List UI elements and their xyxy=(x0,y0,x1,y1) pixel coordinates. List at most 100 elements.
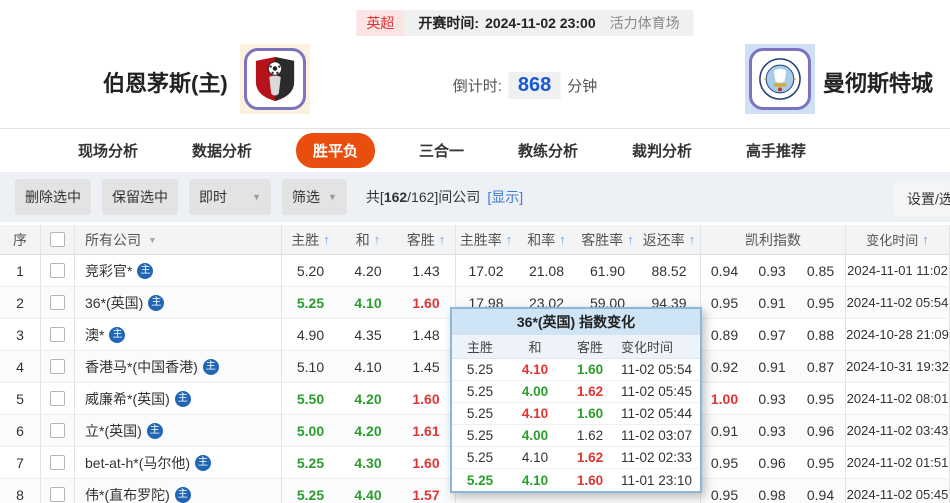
away-odds[interactable]: 1.45 xyxy=(397,351,455,382)
tab-three-in-one[interactable]: 三合一 xyxy=(409,133,474,168)
company-name[interactable]: 竞彩官* xyxy=(85,261,132,281)
draw-odds[interactable]: 4.10 xyxy=(339,287,397,318)
countdown: 倒计时: 868 分钟 xyxy=(453,72,598,99)
header-home-rate[interactable]: 主胜率↑ xyxy=(455,225,516,254)
league-badge: 英超 xyxy=(356,10,404,36)
rate-cell: 88.52 xyxy=(638,255,700,286)
delete-selected-button[interactable]: 删除选中 xyxy=(15,179,91,215)
main-company-badge: 主 xyxy=(109,327,125,343)
draw-odds[interactable]: 4.35 xyxy=(339,319,397,350)
main-company-badge: 主 xyxy=(175,391,191,407)
header-away-odds[interactable]: 客胜↑ xyxy=(397,225,455,254)
header-change-time[interactable]: 变化时间↑ xyxy=(845,225,950,254)
keep-selected-button[interactable]: 保留选中 xyxy=(102,179,178,215)
kelly-index: 0.96 xyxy=(796,415,845,446)
tab-data-analysis[interactable]: 数据分析 xyxy=(182,133,262,168)
row-select-cell xyxy=(40,447,74,478)
row-checkbox[interactable] xyxy=(50,327,65,342)
home-odds[interactable]: 5.25 xyxy=(281,479,339,503)
select-all-checkbox[interactable] xyxy=(50,232,65,247)
kickoff-label: 开赛时间: xyxy=(418,13,479,33)
row-index: 1 xyxy=(0,255,40,286)
popup-time-cell: 11-02 05:45 xyxy=(618,381,700,402)
kelly-index: 0.91 xyxy=(748,351,796,382)
company-name[interactable]: bet-at-h*(马尔他) xyxy=(85,453,190,473)
draw-odds[interactable]: 4.20 xyxy=(339,383,397,414)
filter-dropdown[interactable]: 筛选 ▼ xyxy=(282,179,347,215)
popup-odds-cell: 1.60 xyxy=(562,469,618,491)
header-home-odds[interactable]: 主胜↑ xyxy=(281,225,339,254)
company-name[interactable]: 香港马*(中国香港) xyxy=(85,357,198,377)
home-odds[interactable]: 5.00 xyxy=(281,415,339,446)
popup-row: 5.254.101.6211-02 02:33 xyxy=(452,447,700,469)
away-odds[interactable]: 1.60 xyxy=(397,287,455,318)
sort-asc-icon: ↑ xyxy=(506,232,513,247)
main-company-badge: 主 xyxy=(203,359,219,375)
tab-expert-picks[interactable]: 高手推荐 xyxy=(736,133,816,168)
header-return-rate[interactable]: 返还率↑ xyxy=(638,225,700,254)
company-name[interactable]: 立*(英国) xyxy=(85,421,142,441)
away-odds[interactable]: 1.43 xyxy=(397,255,455,286)
row-checkbox[interactable] xyxy=(50,263,65,278)
away-odds[interactable]: 1.60 xyxy=(397,383,455,414)
rate-cell: 61.90 xyxy=(577,255,638,286)
home-odds[interactable]: 4.90 xyxy=(281,319,339,350)
sort-asc-icon: ↑ xyxy=(374,232,381,247)
header-company[interactable]: 所有公司 ▼ xyxy=(74,225,281,254)
popup-odds-cell: 1.62 xyxy=(562,447,618,468)
filter-label: 筛选 xyxy=(292,187,320,207)
row-index: 3 xyxy=(0,319,40,350)
header-seq: 序 xyxy=(0,225,40,254)
company-name[interactable]: 澳* xyxy=(85,325,104,345)
away-odds[interactable]: 1.61 xyxy=(397,415,455,446)
tab-live-analysis[interactable]: 现场分析 xyxy=(68,133,148,168)
row-index: 8 xyxy=(0,479,40,503)
change-time: 2024-11-02 08:01 xyxy=(845,383,950,414)
kelly-index: 0.97 xyxy=(748,319,796,350)
home-crest-frame xyxy=(244,48,306,110)
settings-button[interactable]: 设置/选择 xyxy=(893,181,950,217)
company-name[interactable]: 伟*(直布罗陀) xyxy=(85,485,170,503)
row-checkbox[interactable] xyxy=(50,487,65,502)
away-odds[interactable]: 1.57 xyxy=(397,479,455,503)
popup-odds-cell: 4.10 xyxy=(508,447,562,468)
row-checkbox[interactable] xyxy=(50,455,65,470)
row-select-cell xyxy=(40,415,74,446)
home-odds[interactable]: 5.25 xyxy=(281,287,339,318)
tab-win-draw-lose[interactable]: 胜平负 xyxy=(296,133,375,168)
show-link[interactable]: [显示] xyxy=(487,187,523,207)
home-odds[interactable]: 5.20 xyxy=(281,255,339,286)
home-odds[interactable]: 5.10 xyxy=(281,351,339,382)
change-time: 2024-11-02 03:43 xyxy=(845,415,950,446)
row-checkbox[interactable] xyxy=(50,391,65,406)
popup-row: 5.254.101.6011-02 05:54 xyxy=(452,359,700,381)
countdown-unit: 分钟 xyxy=(567,75,597,96)
header-draw-rate[interactable]: 和率↑ xyxy=(516,225,577,254)
popup-odds-cell: 1.60 xyxy=(562,403,618,424)
home-odds[interactable]: 5.25 xyxy=(281,447,339,478)
draw-odds[interactable]: 4.20 xyxy=(339,255,397,286)
row-checkbox[interactable] xyxy=(50,359,65,374)
draw-odds[interactable]: 4.30 xyxy=(339,447,397,478)
draw-odds[interactable]: 4.10 xyxy=(339,351,397,382)
header-draw-odds[interactable]: 和↑ xyxy=(339,225,397,254)
tab-referee-analysis[interactable]: 裁判分析 xyxy=(622,133,702,168)
draw-odds[interactable]: 4.40 xyxy=(339,479,397,503)
row-select-cell xyxy=(40,479,74,503)
away-odds[interactable]: 1.48 xyxy=(397,319,455,350)
kelly-index: 0.95 xyxy=(700,479,748,503)
main-company-badge: 主 xyxy=(195,455,211,471)
company-name[interactable]: 36*(英国) xyxy=(85,293,143,313)
time-mode-dropdown[interactable]: 即时 ▼ xyxy=(189,179,271,215)
row-checkbox[interactable] xyxy=(50,295,65,310)
man-city-crest-icon xyxy=(758,57,802,101)
kelly-index: 0.93 xyxy=(748,415,796,446)
tab-coach-analysis[interactable]: 教练分析 xyxy=(508,133,588,168)
away-odds[interactable]: 1.60 xyxy=(397,447,455,478)
row-checkbox[interactable] xyxy=(50,423,65,438)
home-odds[interactable]: 5.50 xyxy=(281,383,339,414)
company-name[interactable]: 威廉希*(英国) xyxy=(85,389,170,409)
popup-odds-cell: 5.25 xyxy=(452,359,508,380)
draw-odds[interactable]: 4.20 xyxy=(339,415,397,446)
header-away-rate[interactable]: 客胜率↑ xyxy=(577,225,638,254)
